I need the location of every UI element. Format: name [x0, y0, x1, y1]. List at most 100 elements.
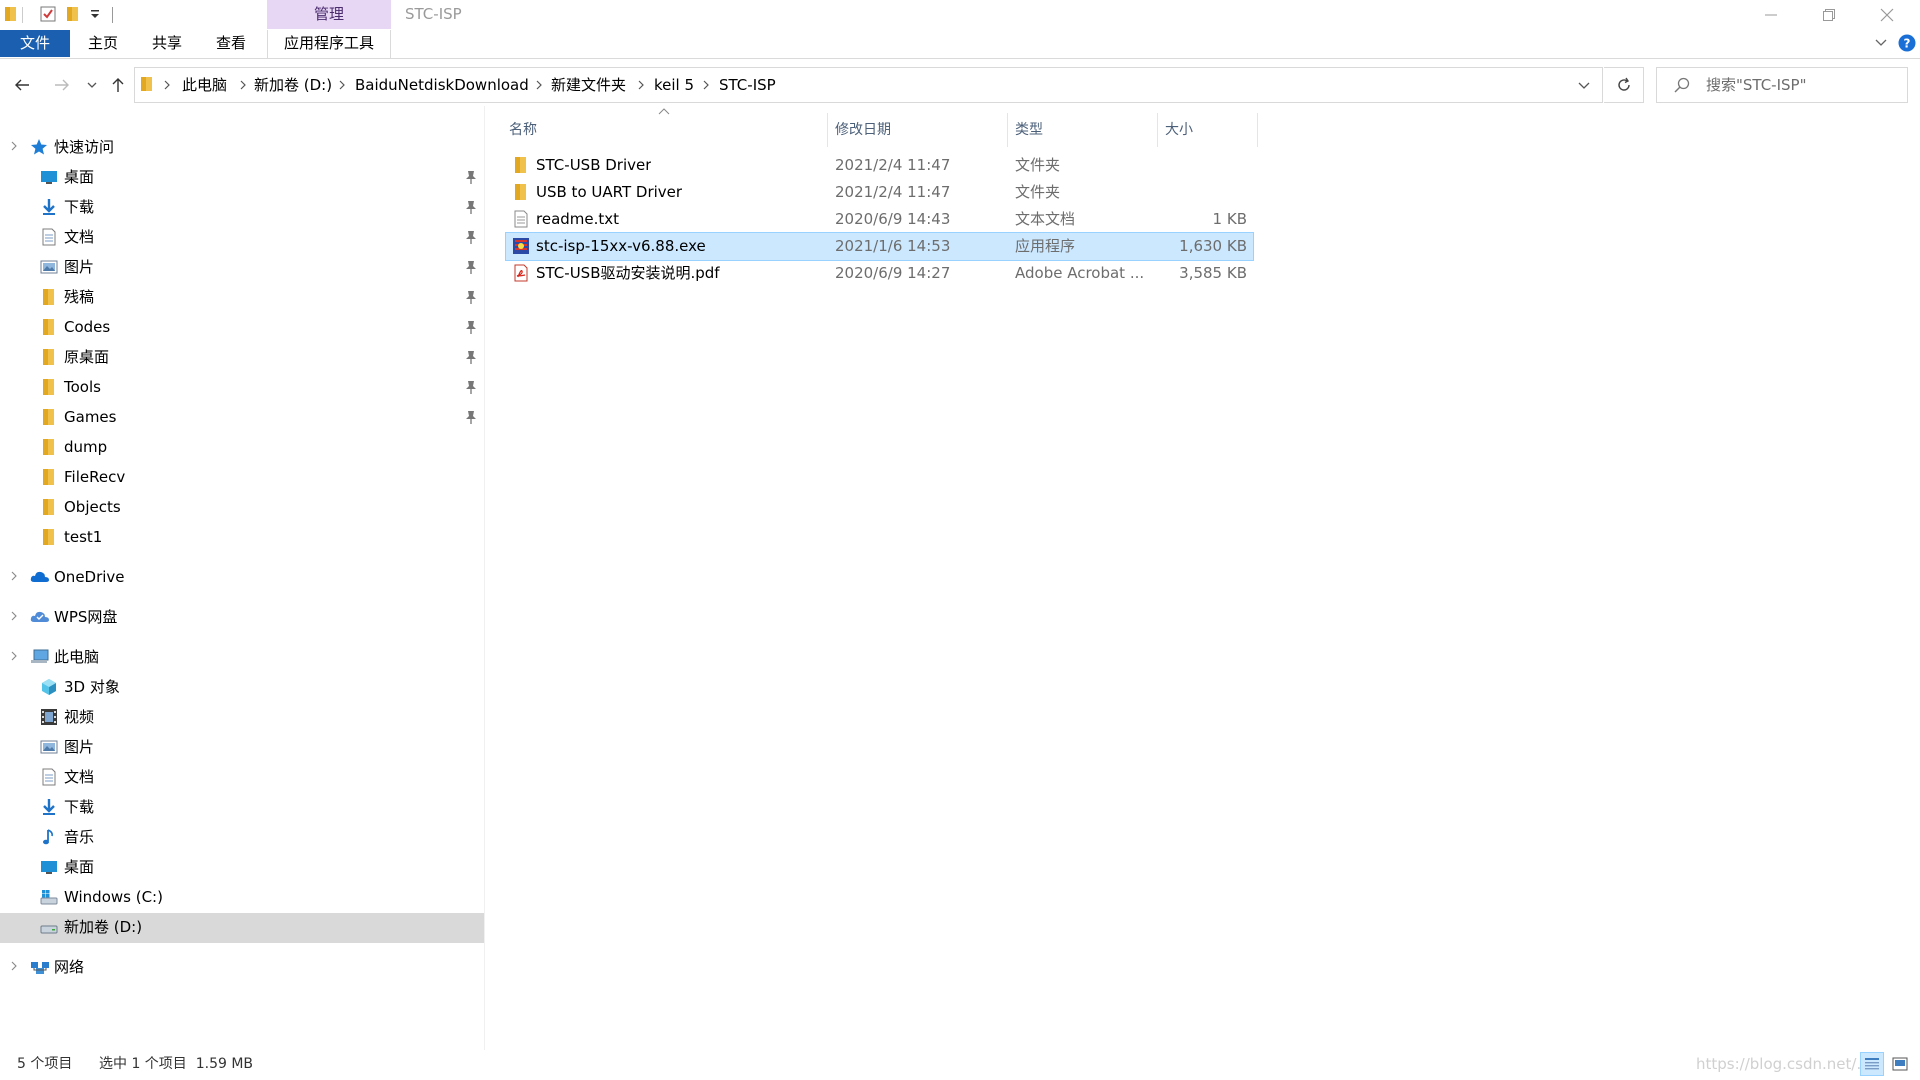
chevron-right-icon[interactable]	[239, 67, 247, 103]
details-view-button[interactable]	[1860, 1052, 1884, 1076]
sidebar-item-network[interactable]: 网络	[0, 952, 484, 982]
file-size: 3,585 KB	[1179, 264, 1247, 282]
sidebar-item-quick-10[interactable]: FileRecv	[0, 462, 484, 492]
sidebar-item-pc-6[interactable]: 桌面	[0, 852, 484, 882]
sidebar-item-quick-0[interactable]: 桌面	[0, 162, 484, 192]
tab-file[interactable]: 文件	[0, 30, 70, 57]
pin-icon[interactable]	[465, 410, 479, 424]
pin-icon[interactable]	[465, 260, 479, 274]
column-divider[interactable]	[1007, 113, 1008, 147]
chevron-right-icon[interactable]	[10, 961, 18, 971]
sidebar-item-quick-5[interactable]: Codes	[0, 312, 484, 342]
sidebar-item-onedrive[interactable]: OneDrive	[0, 562, 484, 592]
breadcrumb-stc-isp[interactable]: STC-ISP	[719, 67, 776, 103]
tab-application-tools[interactable]: 应用程序工具	[267, 30, 392, 58]
address-history-dropdown[interactable]	[1578, 80, 1590, 90]
refresh-button[interactable]	[1604, 67, 1644, 103]
properties-icon[interactable]	[40, 6, 56, 22]
new-folder-icon[interactable]	[66, 6, 80, 22]
search-input[interactable]: 搜索"STC-ISP"	[1706, 67, 1806, 103]
pin-icon[interactable]	[465, 200, 479, 214]
sidebar-item-quick-4[interactable]: 残稿	[0, 282, 484, 312]
sidebar-item-pc-3[interactable]: 文档	[0, 762, 484, 792]
help-icon[interactable]: ?	[1898, 34, 1916, 52]
chevron-down-icon	[87, 82, 97, 88]
breadcrumb-keil5[interactable]: keil 5	[654, 67, 694, 103]
file-date: 2020/6/9 14:27	[835, 264, 951, 282]
pin-icon[interactable]	[465, 380, 479, 394]
column-divider[interactable]	[1157, 113, 1158, 147]
sidebar-item-quick-6[interactable]: 原桌面	[0, 342, 484, 372]
sidebar-item-quick-12[interactable]: test1	[0, 522, 484, 552]
file-row[interactable]: STC-USB Driver 2021/2/4 11:47 文件夹	[506, 152, 1253, 179]
sidebar-item-pc-2[interactable]: 图片	[0, 732, 484, 762]
tab-share[interactable]: 共享	[136, 30, 198, 57]
pin-icon[interactable]	[465, 320, 479, 334]
sidebar-item-pc-0[interactable]: 3D 对象	[0, 672, 484, 702]
column-header-name[interactable]: 名称	[509, 116, 537, 144]
chevron-right-icon[interactable]	[10, 611, 18, 621]
restore-button[interactable]	[1800, 0, 1858, 30]
pin-icon[interactable]	[465, 230, 479, 244]
customize-quick-access-icon[interactable]	[90, 8, 100, 20]
chevron-right-icon[interactable]	[10, 141, 18, 151]
sidebar-item-pc-4[interactable]: 下载	[0, 792, 484, 822]
document-icon	[40, 768, 58, 786]
column-header-type[interactable]: 类型	[1015, 116, 1043, 144]
file-row[interactable]: STC-USB驱动安装说明.pdf 2020/6/9 14:27 Adobe Acr…	[506, 260, 1253, 287]
sidebar-item-quick-1[interactable]: 下载	[0, 192, 484, 222]
recent-locations-button[interactable]	[80, 73, 104, 97]
chevron-right-icon[interactable]	[535, 67, 543, 103]
chevron-right-icon[interactable]	[163, 67, 171, 103]
sidebar-item-wps-cloud[interactable]: WPS网盘	[0, 602, 484, 632]
file-row[interactable]: stc-isp-15xx-v6.88.exe 2021/1/6 14:53 应用程序…	[505, 232, 1254, 261]
sidebar-item-this-pc[interactable]: 此电脑	[0, 642, 484, 672]
up-button[interactable]	[106, 73, 130, 97]
sidebar-item-label: 下载	[64, 798, 95, 816]
sidebar-item-quick-9[interactable]: dump	[0, 432, 484, 462]
folder-icon	[512, 183, 530, 201]
chevron-right-icon[interactable]	[10, 571, 18, 581]
window-title: STC-ISP	[405, 5, 462, 23]
pin-icon[interactable]	[465, 170, 479, 184]
breadcrumb-baidu[interactable]: BaiduNetdiskDownload	[355, 67, 529, 103]
sidebar-item-pc-8[interactable]: 新加卷 (D:)	[0, 912, 484, 942]
pin-icon[interactable]	[465, 350, 479, 364]
chevron-right-icon[interactable]	[338, 67, 346, 103]
forward-button[interactable]	[50, 73, 74, 97]
sidebar-item-quick-7[interactable]: Tools	[0, 372, 484, 402]
sidebar-item-pc-5[interactable]: 音乐	[0, 822, 484, 852]
column-divider[interactable]	[1257, 113, 1258, 147]
chevron-right-icon[interactable]	[10, 651, 18, 661]
column-divider[interactable]	[827, 113, 828, 147]
sidebar-item-quick-3[interactable]: 图片	[0, 252, 484, 282]
minimize-button[interactable]	[1742, 0, 1800, 30]
chevron-right-icon[interactable]	[702, 67, 710, 103]
sidebar-item-quick-11[interactable]: Objects	[0, 492, 484, 522]
sidebar-item-pc-1[interactable]: 视频	[0, 702, 484, 732]
breadcrumb-new-folder[interactable]: 新建文件夹	[551, 67, 626, 103]
close-button[interactable]	[1858, 0, 1916, 30]
large-icons-view-button[interactable]	[1888, 1052, 1912, 1076]
back-button[interactable]	[10, 73, 34, 97]
pin-icon[interactable]	[465, 290, 479, 304]
tab-home[interactable]: 主页	[72, 30, 134, 57]
file-row[interactable]: readme.txt 2020/6/9 14:43 文本文档 1 KB	[506, 206, 1253, 233]
expand-ribbon-icon[interactable]	[1874, 36, 1888, 50]
breadcrumb-this-pc[interactable]: 此电脑	[182, 67, 227, 103]
network-icon	[30, 958, 49, 976]
context-tab-manage[interactable]: 管理	[267, 0, 391, 29]
sidebar-item-label: 图片	[64, 258, 95, 276]
breadcrumb-drive-d[interactable]: 新加卷 (D:)	[254, 67, 332, 103]
sidebar-item-quick-access[interactable]: 快速访问	[0, 132, 484, 162]
search-icon	[1674, 77, 1690, 93]
tab-view[interactable]: 查看	[200, 30, 262, 57]
sidebar-item-quick-8[interactable]: Games	[0, 402, 484, 432]
column-header-size[interactable]: 大小	[1165, 116, 1193, 144]
file-row[interactable]: USB to UART Driver 2021/2/4 11:47 文件夹	[506, 179, 1253, 206]
folder-icon	[40, 378, 58, 396]
sidebar-item-quick-2[interactable]: 文档	[0, 222, 484, 252]
column-header-date[interactable]: 修改日期	[835, 116, 891, 144]
sidebar-item-pc-7[interactable]: Windows (C:)	[0, 882, 484, 912]
chevron-right-icon[interactable]	[637, 67, 645, 103]
